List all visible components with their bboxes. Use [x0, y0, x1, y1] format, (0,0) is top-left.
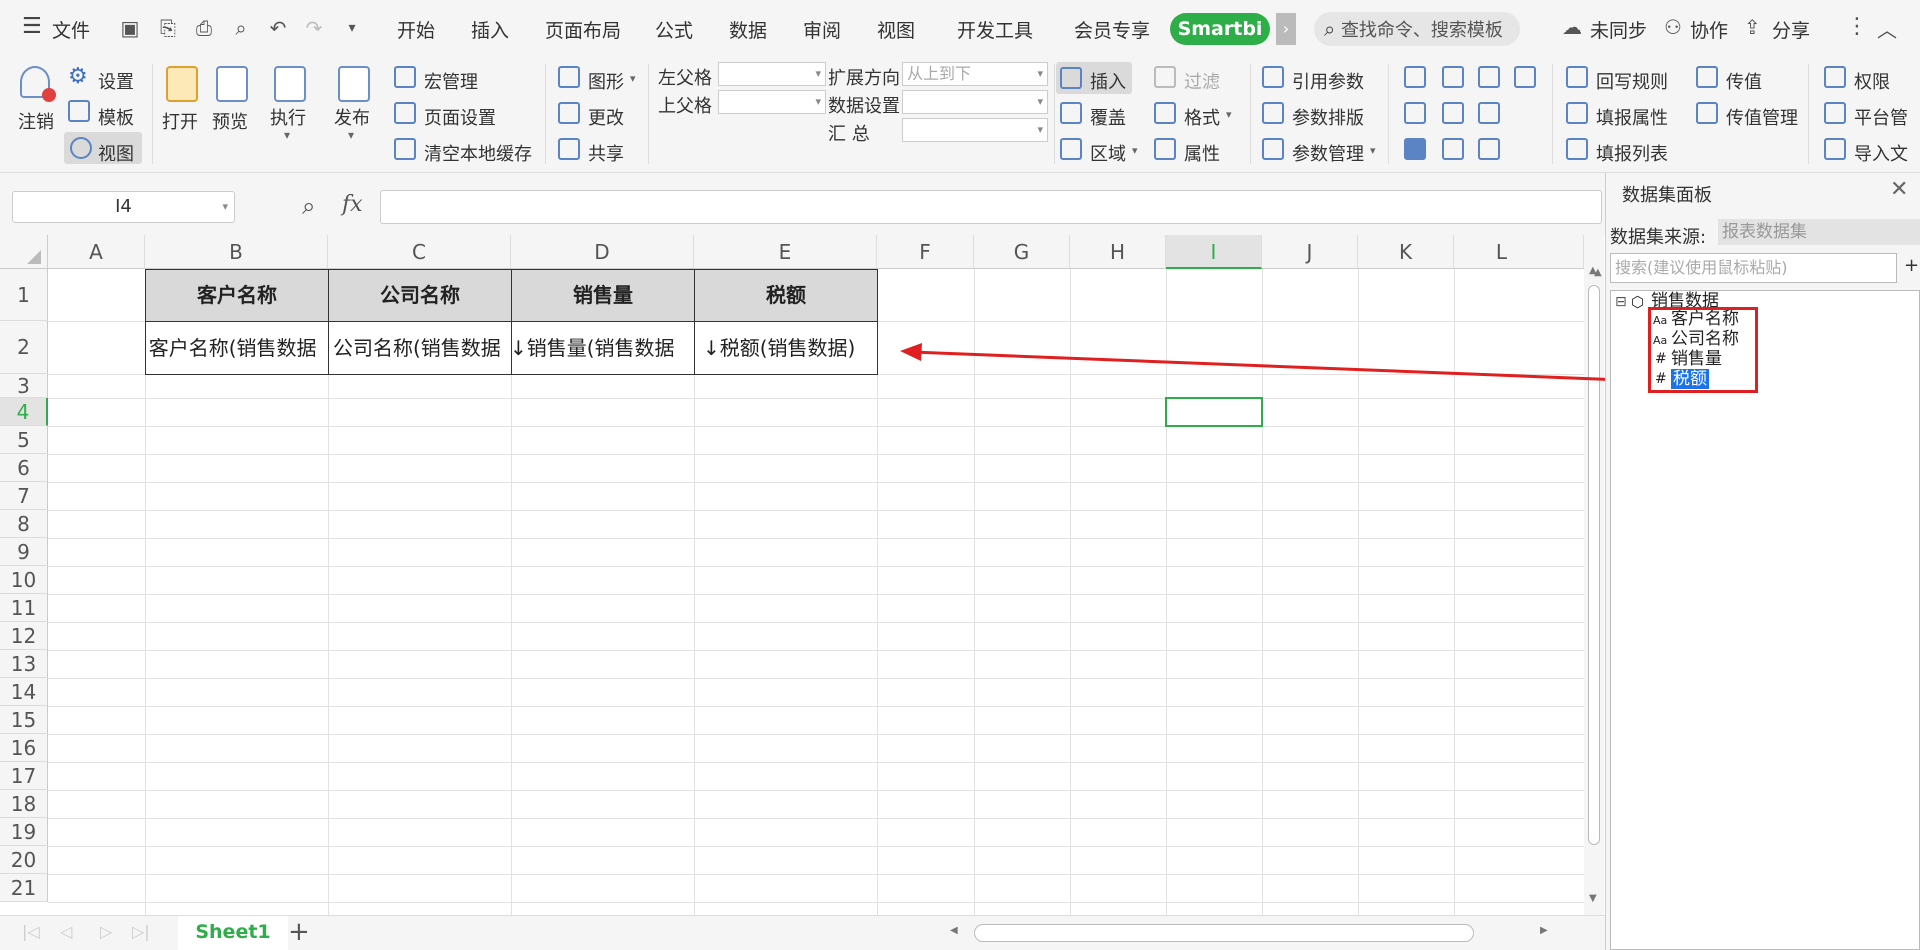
panel-title: 数据集面板: [1622, 185, 1712, 206]
panel-scroll-up-icon[interactable]: ▲: [1594, 267, 1602, 278]
dataset-search-input[interactable]: 搜索(建议使用鼠标粘贴): [1610, 253, 1897, 283]
dataset-tree: ⊟ ⬡ 销售数据 Aa 客户名称 Aa 公司名称 # 销售量 # 税额: [1610, 290, 1920, 950]
add-dataset-icon[interactable]: +: [1904, 255, 1919, 276]
annotation-highlight-box: [1648, 307, 1758, 393]
close-panel-icon[interactable]: ✕: [1890, 177, 1908, 202]
dataset-source-label: 数据集来源:: [1610, 227, 1707, 248]
tree-collapse-icon[interactable]: ⊟: [1615, 292, 1627, 312]
dataset-source-select[interactable]: 报表数据集: [1718, 219, 1920, 245]
dataset-cube-icon: ⬡: [1631, 293, 1645, 311]
